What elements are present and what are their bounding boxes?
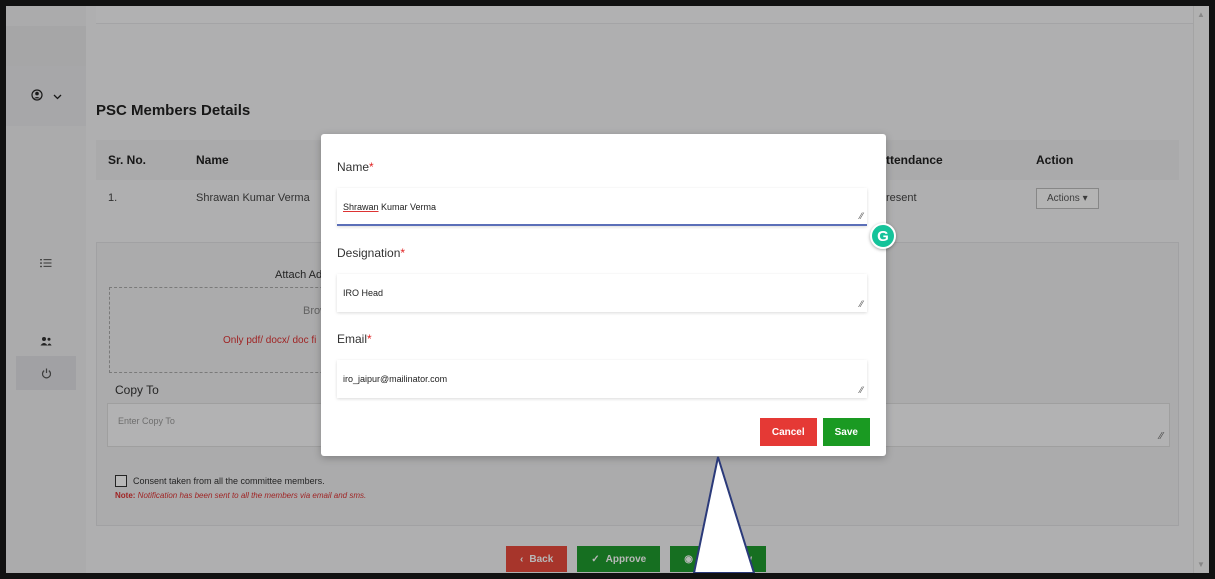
callout-triangle: [692, 456, 756, 573]
app-frame: PSC Members Details Sr. No. Name ttendan…: [0, 0, 1215, 579]
callout-pointer: [692, 456, 756, 573]
